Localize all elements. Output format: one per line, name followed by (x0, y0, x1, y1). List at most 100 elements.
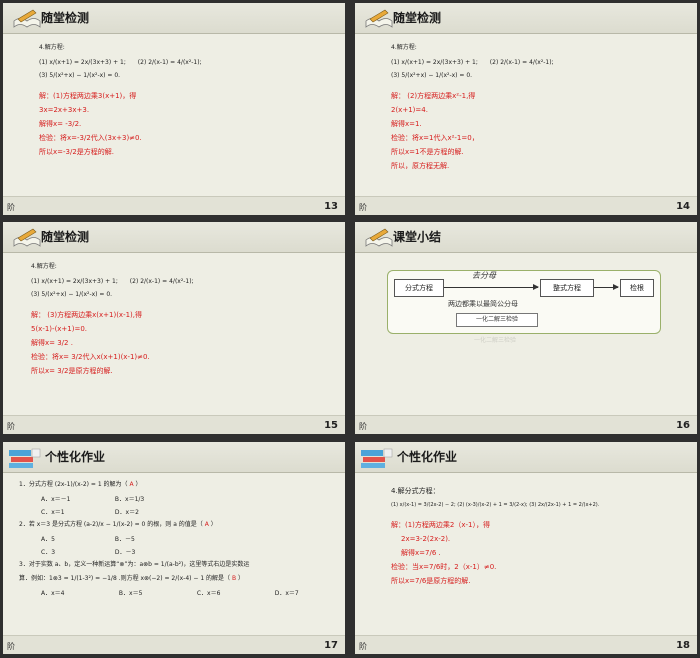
option: D．－3 (114, 549, 136, 556)
slide-title-bar: 随堂检测 (355, 3, 697, 34)
slide-thumbnail-17[interactable]: 个性化作业 1．分式方程 (2x-1)/(x-2) = 1 的解为（ A ） A… (3, 442, 345, 654)
slide-thumbnail-14[interactable]: 随堂检测 4.解方程: (1) x/(x+1) = 2x/(3x+3) + 1;… (355, 3, 697, 215)
answer-block: 解：(1)方程两边乘2（x-1），得 2x=3-2(2x-2). 解得x=7/6… (391, 518, 689, 588)
question-text: 3．对于实数 a、b，定义一种新运算“⊗”为：a⊗b = 1/(a-b²)，这里… (19, 561, 250, 568)
answer-line: 5(x-1)-(x+1)=0. (31, 325, 88, 333)
equation-row: (3) 5/(x²+x) − 1/(x²-x) = 0. (391, 72, 689, 79)
option: C．x＝6 (196, 590, 221, 597)
footer-glyph: 阶 (7, 422, 15, 431)
equation-3: (3) 5/(x²+x) − 1/(x²-x) = 0. (391, 72, 473, 79)
slide-footer: 阶 14 (355, 196, 697, 215)
slide-content: 4.解方程: (1) x/(x+1) = 2x/(3x+3) + 1; (2) … (39, 43, 337, 159)
equation-2: (2) 2/(x-1) = 4/(x²-1); (489, 59, 554, 66)
slide-number: 17 (324, 640, 338, 651)
question-text: 4.解方程: (31, 263, 57, 270)
question-text-end: ） (238, 575, 245, 582)
equation-3: (3) 5/(x²+x) − 1/(x²-x) = 0. (39, 72, 121, 79)
answer-line: 解得x=7/6 . (401, 549, 441, 557)
equation-list: (1) x/(x-1) = 3/(2x-2) − 2; (2) (x-3)/(x… (391, 502, 600, 508)
footer-glyph: 阶 (359, 642, 367, 651)
answer-line: 解： (3)方程两边乘x(x+1)(x-1),得 (31, 311, 143, 319)
slide-footer: 阶 17 (3, 635, 345, 654)
option: A．5 (41, 536, 55, 543)
slide-title: 随堂检测 (41, 230, 90, 244)
equation-2: (2) 2/(x-1) = 4/(x²-1); (137, 59, 202, 66)
slide-title: 随堂检测 (393, 11, 442, 25)
pencil-book-icon (365, 228, 393, 247)
option: A．x＝－1 (41, 496, 71, 503)
equation-row: (3) 5/(x²+x) − 1/(x²-x) = 0. (31, 291, 337, 298)
answer-line: 所以x=1不是方程的解. (391, 148, 464, 156)
answer-line: 所以x= 3/2是原方程的解. (31, 367, 113, 375)
slide-content: 4.解方程: (1) x/(x+1) = 2x/(3x+3) + 1; (2) … (391, 43, 689, 173)
equation-row: (1) x/(x+1) = 2x/(3x+3) + 1; (2) 2/(x-1)… (31, 278, 337, 285)
answer-line: 解得x=1. (391, 120, 422, 128)
answer-line: 所以x=7/6是原方程的解. (391, 577, 471, 585)
option: D．x＝7 (274, 590, 299, 597)
option: D．x＝2 (114, 509, 139, 516)
question-text: 4.解方程: (391, 44, 417, 51)
footer-glyph: 阶 (7, 203, 15, 212)
flow-arrow (444, 284, 539, 290)
equation-1: (1) x/(x+1) = 2x/(3x+3) + 1; (31, 278, 118, 285)
equation-row: (1) x/(x-1) = 3/(2x-2) − 2; (2) (x-3)/(x… (391, 502, 689, 508)
slide-footer: 阶 15 (3, 415, 345, 434)
slide-title-bar: 课堂小结 (355, 222, 697, 253)
slide-grid: 随堂检测 4.解方程: (1) x/(x+1) = 2x/(3x+3) + 1;… (0, 0, 700, 658)
equation-1: (1) x/(x+1) = 2x/(3x+3) + 1; (391, 59, 478, 66)
answer-block: 解： (2)方程两边乘x²-1,得 2(x+1)=4. 解得x=1. 检验：将x… (391, 89, 689, 173)
slide-content: 4.解分式方程： (1) x/(x-1) = 3/(2x-2) − 2; (2)… (391, 486, 689, 588)
slide-title: 随堂检测 (41, 11, 90, 25)
answer-line: 解： (2)方程两边乘x²-1,得 (391, 92, 476, 100)
question-text: 4.解分式方程： (391, 487, 440, 495)
pencil-book-icon (13, 228, 41, 247)
options-row: A．x＝4 B．x＝5 C．x＝6 D．x＝7 (41, 588, 335, 597)
option: B．x＝5 (118, 590, 143, 597)
slide-footer: 阶 16 (355, 415, 697, 434)
answer-line: 检验：当x=7/6时，2（x-1）≠0. (391, 563, 497, 571)
slide-title-bar: 随堂检测 (3, 222, 345, 253)
slide-content: 4.解方程: (1) x/(x+1) = 2x/(3x+3) + 1; (2) … (31, 262, 337, 378)
question-text: 算．例如：1⊗3 = 1/(1-3²) = −1/8 .则方程 x⊗(−2) =… (19, 575, 231, 582)
slide-number: 18 (676, 640, 690, 651)
equation-3: (3) 5/(x²+x) − 1/(x²-x) = 0. (31, 291, 113, 298)
slide-thumbnail-18[interactable]: 个性化作业 4.解分式方程： (1) x/(x-1) = 3/(2x-2) − … (355, 442, 697, 654)
question-text: 1．分式方程 (2x-1)/(x-2) = 1 的解为（ (19, 481, 128, 488)
answer-line: 解：(1)方程两边乘3(x+1)，得 (39, 92, 137, 100)
flow-node-fractional-equation: 分式方程 (394, 279, 444, 297)
slide-title-bar: 个性化作业 (355, 442, 697, 473)
options-row: C．x＝1 D．x＝2 (41, 507, 335, 516)
answer-line: 3x=2x+3x+3. (39, 106, 90, 114)
answer-line: 检验：将x=-3/2代入(3x+3)≠0. (39, 134, 142, 142)
option: B．－5 (114, 536, 135, 543)
slide-thumbnail-16[interactable]: 课堂小结 分式方程 去分母 两边都乘以最简公分母 整式方程 检根 一化二解三检验… (355, 222, 697, 434)
options-row: A．5 B．－5 (41, 534, 335, 543)
flow-arrow (594, 284, 619, 290)
options-row: C．3 D．－3 (41, 547, 335, 556)
slide-title: 课堂小结 (393, 230, 442, 244)
answer-line: 解得x= -3/2. (39, 120, 82, 128)
slide-footer: 阶 13 (3, 196, 345, 215)
answer-line: 解得x= 3/2 . (31, 339, 73, 347)
slide-title: 个性化作业 (397, 450, 458, 464)
answer-choice: A (129, 481, 134, 488)
answer-line: 解：(1)方程两边乘2（x-1），得 (391, 521, 490, 529)
answer-choice: B (231, 575, 237, 582)
stacked-books-icon (361, 448, 393, 468)
slide-number: 14 (676, 201, 690, 212)
equation-row: (1) x/(x+1) = 2x/(3x+3) + 1; (2) 2/(x-1)… (391, 59, 689, 66)
slide-footer: 阶 18 (355, 635, 697, 654)
option: C．3 (41, 549, 56, 556)
flow-step-label: 去分母 (472, 271, 496, 280)
slide-title: 个性化作业 (45, 450, 106, 464)
question-3-continued: 算．例如：1⊗3 = 1/(1-3²) = −1/8 .则方程 x⊗(−2) =… (19, 574, 335, 584)
slide-thumbnail-13[interactable]: 随堂检测 4.解方程: (1) x/(x+1) = 2x/(3x+3) + 1;… (3, 3, 345, 215)
question-text: 2．若 x＝3 是分式方程 (a-2)/x − 1/(x-2) = 0 的根，则… (19, 521, 203, 528)
slide-thumbnail-15[interactable]: 随堂检测 4.解方程: (1) x/(x+1) = 2x/(3x+3) + 1;… (3, 222, 345, 434)
answer-line: 2x=3-2(2x-2). (401, 535, 451, 543)
slide-content: 1．分式方程 (2x-1)/(x-2) = 1 的解为（ A ） A．x＝－1 … (19, 476, 335, 597)
question-3: 3．对于实数 a、b，定义一种新运算“⊗”为：a⊗b = 1/(a-b²)，这里… (19, 560, 335, 570)
question-text-end: ） (210, 521, 217, 528)
answer-line: 2(x+1)=4. (391, 106, 428, 114)
footer-glyph: 阶 (7, 642, 15, 651)
